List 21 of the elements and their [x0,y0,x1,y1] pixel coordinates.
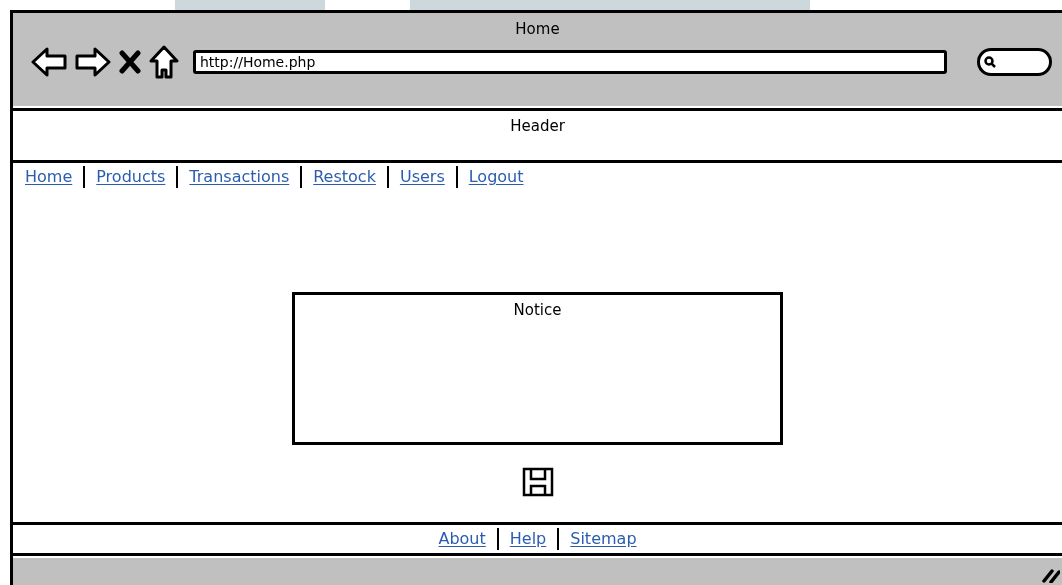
close-icon[interactable] [119,49,141,74]
nav-link[interactable]: Users [399,169,445,185]
header-title: Header [510,116,565,137]
nav-link[interactable]: Logout [468,169,524,185]
address-field[interactable]: http://Home.php [193,49,947,74]
back-icon[interactable] [31,46,67,77]
footer-link[interactable]: Help [509,531,547,547]
search-field[interactable] [977,47,1052,76]
notice-title: Notice [513,300,562,321]
resize-grip-icon[interactable] [1042,567,1060,583]
forward-icon[interactable] [75,46,111,77]
home-icon[interactable] [149,44,179,79]
window-title: Home [515,19,560,40]
search-icon [984,55,996,68]
footer-link[interactable]: About [438,531,486,547]
nav-link[interactable]: Transactions [189,169,290,185]
save-icon[interactable] [521,467,554,497]
nav-link[interactable]: Restock [313,169,376,185]
footer-link[interactable]: Sitemap [570,531,637,547]
nav-link[interactable]: Home [25,169,73,185]
nav-link[interactable]: Products [96,169,166,185]
